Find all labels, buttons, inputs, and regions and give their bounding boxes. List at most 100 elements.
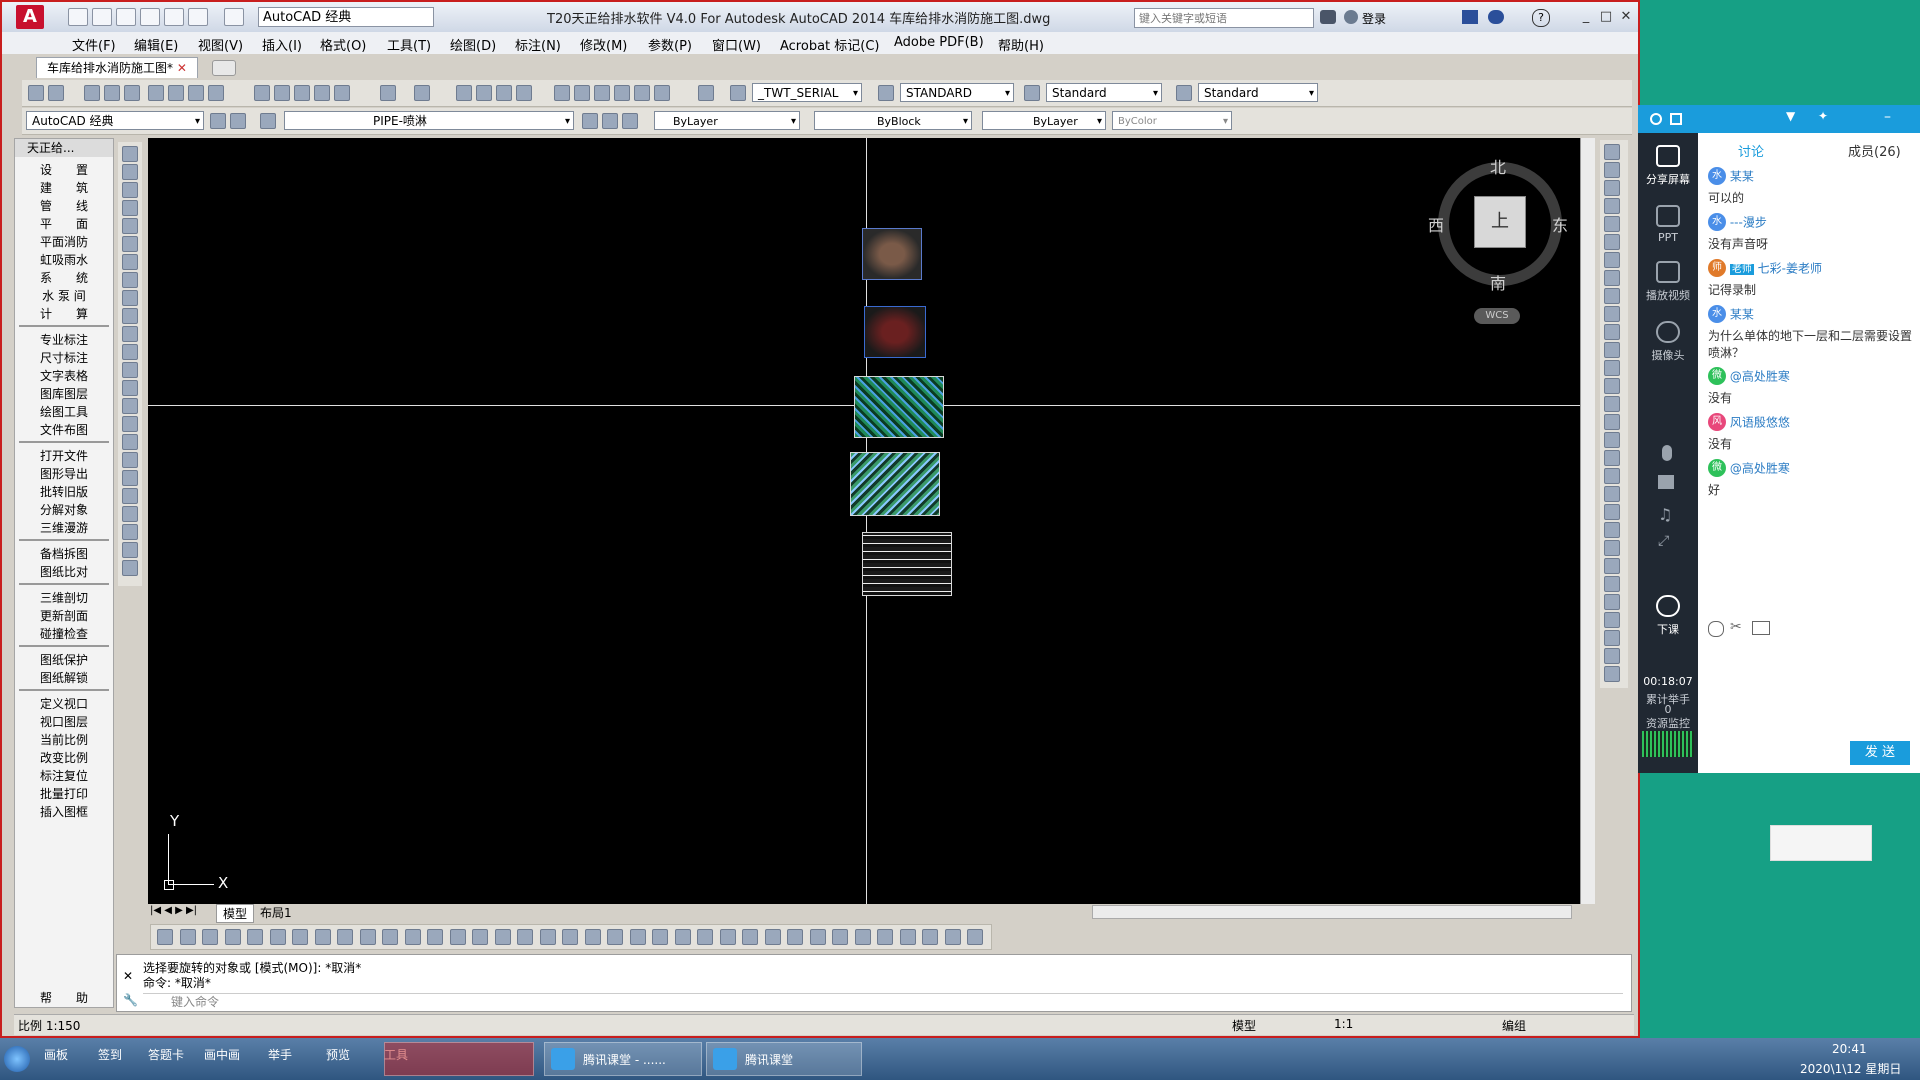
horizontal-scrollbar[interactable] — [1092, 905, 1572, 919]
popout-icon[interactable] — [1670, 113, 1682, 125]
tool-icon[interactable] — [122, 326, 138, 342]
fullscreen-icon[interactable]: ⤢ — [1658, 533, 1669, 549]
tool-icon[interactable] — [292, 929, 308, 945]
settings-icon[interactable] — [210, 113, 226, 129]
tool-icon[interactable] — [157, 929, 173, 945]
palette-item[interactable]: 定义视口 — [15, 695, 113, 713]
tool-icon[interactable] — [629, 929, 646, 945]
tool-icon[interactable] — [1604, 216, 1620, 232]
palette-item[interactable]: 管 线 — [15, 197, 113, 215]
text-style-select[interactable]: _TWT_SERIAL — [752, 83, 862, 102]
tool-icon[interactable] — [1604, 324, 1620, 340]
search-input[interactable]: 键入关键字或短语 — [1134, 8, 1314, 28]
tool-icon[interactable] — [1604, 612, 1620, 628]
dropdown-icon[interactable]: ▼ — [1786, 109, 1795, 123]
menu-item[interactable]: 格式(O) — [320, 35, 366, 54]
tool-icon[interactable] — [1604, 162, 1620, 178]
redo-icon[interactable] — [224, 8, 244, 26]
tool-icon[interactable] — [124, 85, 140, 101]
tool-icon[interactable] — [674, 929, 691, 945]
play-video-icon[interactable] — [1656, 261, 1680, 283]
palette-item[interactable]: 图纸保护 — [15, 651, 113, 669]
layer-icon[interactable] — [602, 113, 618, 129]
layer-icon[interactable] — [582, 113, 598, 129]
exchange-icon[interactable] — [1462, 10, 1478, 24]
palette-item[interactable]: 分解对象 — [15, 501, 113, 519]
tool-icon[interactable] — [104, 85, 120, 101]
tool-icon[interactable] — [1604, 144, 1620, 160]
palette-item[interactable]: 改变比例 — [15, 749, 113, 767]
workspace-select[interactable]: AutoCAD 经典 — [258, 7, 434, 27]
tool-icon[interactable] — [122, 542, 138, 558]
tool-icon[interactable] — [449, 929, 466, 945]
tool-icon[interactable] — [1604, 540, 1620, 556]
speaker-icon[interactable] — [1658, 475, 1674, 489]
binoculars-icon[interactable] — [1320, 10, 1336, 24]
tool-icon[interactable] — [1604, 252, 1620, 268]
palette-item[interactable]: 虹吸雨水 — [15, 251, 113, 269]
end-class-icon[interactable] — [1656, 595, 1680, 617]
play-video-label[interactable]: 播放视频 — [1638, 287, 1698, 303]
tab-members[interactable]: 成员(26) — [1848, 141, 1901, 160]
tool-icon[interactable] — [122, 254, 138, 270]
tool-icon[interactable] — [122, 290, 138, 306]
command-settings-icon[interactable]: 🔧 — [123, 993, 138, 1007]
menu-item[interactable]: 帮助(H) — [998, 35, 1044, 54]
help-icon[interactable]: ? — [1532, 9, 1550, 27]
palette-item[interactable]: 打开文件 — [15, 447, 113, 465]
sender-name[interactable]: 七彩-姜老师 — [1758, 262, 1822, 276]
tool-icon[interactable] — [48, 85, 64, 101]
sender-name[interactable]: 风语殷悠悠 — [1730, 416, 1790, 430]
tool-icon[interactable] — [122, 182, 138, 198]
cut-icon[interactable] — [254, 85, 270, 101]
tab-nav-icon[interactable]: |◀ ◀ ▶ ▶| — [150, 905, 197, 916]
tool-icon[interactable] — [517, 929, 533, 945]
avatar[interactable]: 师 — [1708, 259, 1726, 277]
tool-icon[interactable] — [1604, 288, 1620, 304]
minimize-button[interactable]: _ — [1576, 8, 1596, 26]
tool-icon[interactable] — [1604, 504, 1620, 520]
tool-icon[interactable] — [179, 929, 196, 945]
tab-layout1[interactable]: 布局1 — [254, 904, 298, 921]
menu-item[interactable]: 窗口(W) — [712, 35, 761, 54]
compass-west[interactable]: 西 — [1428, 212, 1444, 236]
tool-icon[interactable] — [719, 929, 736, 945]
layer-manager-icon[interactable] — [260, 113, 276, 129]
ppt-label[interactable]: PPT — [1638, 231, 1698, 244]
tool-icon[interactable] — [494, 929, 511, 945]
menu-item[interactable]: 编辑(E) — [134, 35, 178, 54]
tool-icon[interactable] — [1604, 432, 1620, 448]
tool-icon[interactable] — [574, 85, 590, 101]
compass-south[interactable]: 南 — [1490, 270, 1506, 294]
tool-icon[interactable] — [334, 85, 350, 101]
zoom-window-icon[interactable] — [496, 85, 512, 101]
avatar[interactable]: 风 — [1708, 413, 1726, 431]
palette-item[interactable]: 水 泵 间 — [15, 287, 113, 305]
clock-time[interactable]: 20:41 — [1832, 1042, 1867, 1056]
tool-icon[interactable] — [122, 146, 138, 162]
table-style-select[interactable]: Standard — [1046, 83, 1162, 102]
tool-icon[interactable] — [122, 560, 138, 576]
tool-icon[interactable] — [382, 929, 398, 945]
palette-item[interactable]: 图形导出 — [15, 465, 113, 483]
text-style-icon[interactable] — [730, 85, 746, 101]
workspace-select[interactable]: AutoCAD 经典 — [26, 111, 204, 130]
sender-name[interactable]: @高处胜寒 — [1730, 370, 1790, 384]
palette-item[interactable]: 视口图层 — [15, 713, 113, 731]
palette-item[interactable]: 计 算 — [15, 305, 113, 323]
tool-icon[interactable] — [122, 452, 138, 468]
copy-icon[interactable] — [274, 85, 290, 101]
tool-icon[interactable] — [122, 236, 138, 252]
palette-item[interactable]: 文件布图 — [15, 421, 113, 439]
compass-east[interactable]: 东 — [1552, 212, 1568, 236]
tool-icon[interactable] — [1604, 486, 1620, 502]
menu-item[interactable]: 插入(I) — [262, 35, 302, 54]
tool-icon[interactable] — [1604, 198, 1620, 214]
tool-icon[interactable] — [359, 929, 376, 945]
tool-icon[interactable] — [404, 929, 421, 945]
app-store-icon[interactable] — [1488, 10, 1504, 24]
tool-icon[interactable] — [148, 85, 164, 101]
tool-icon[interactable] — [634, 85, 650, 101]
tool-icon[interactable] — [1604, 576, 1620, 592]
tool-icon[interactable] — [314, 85, 330, 101]
